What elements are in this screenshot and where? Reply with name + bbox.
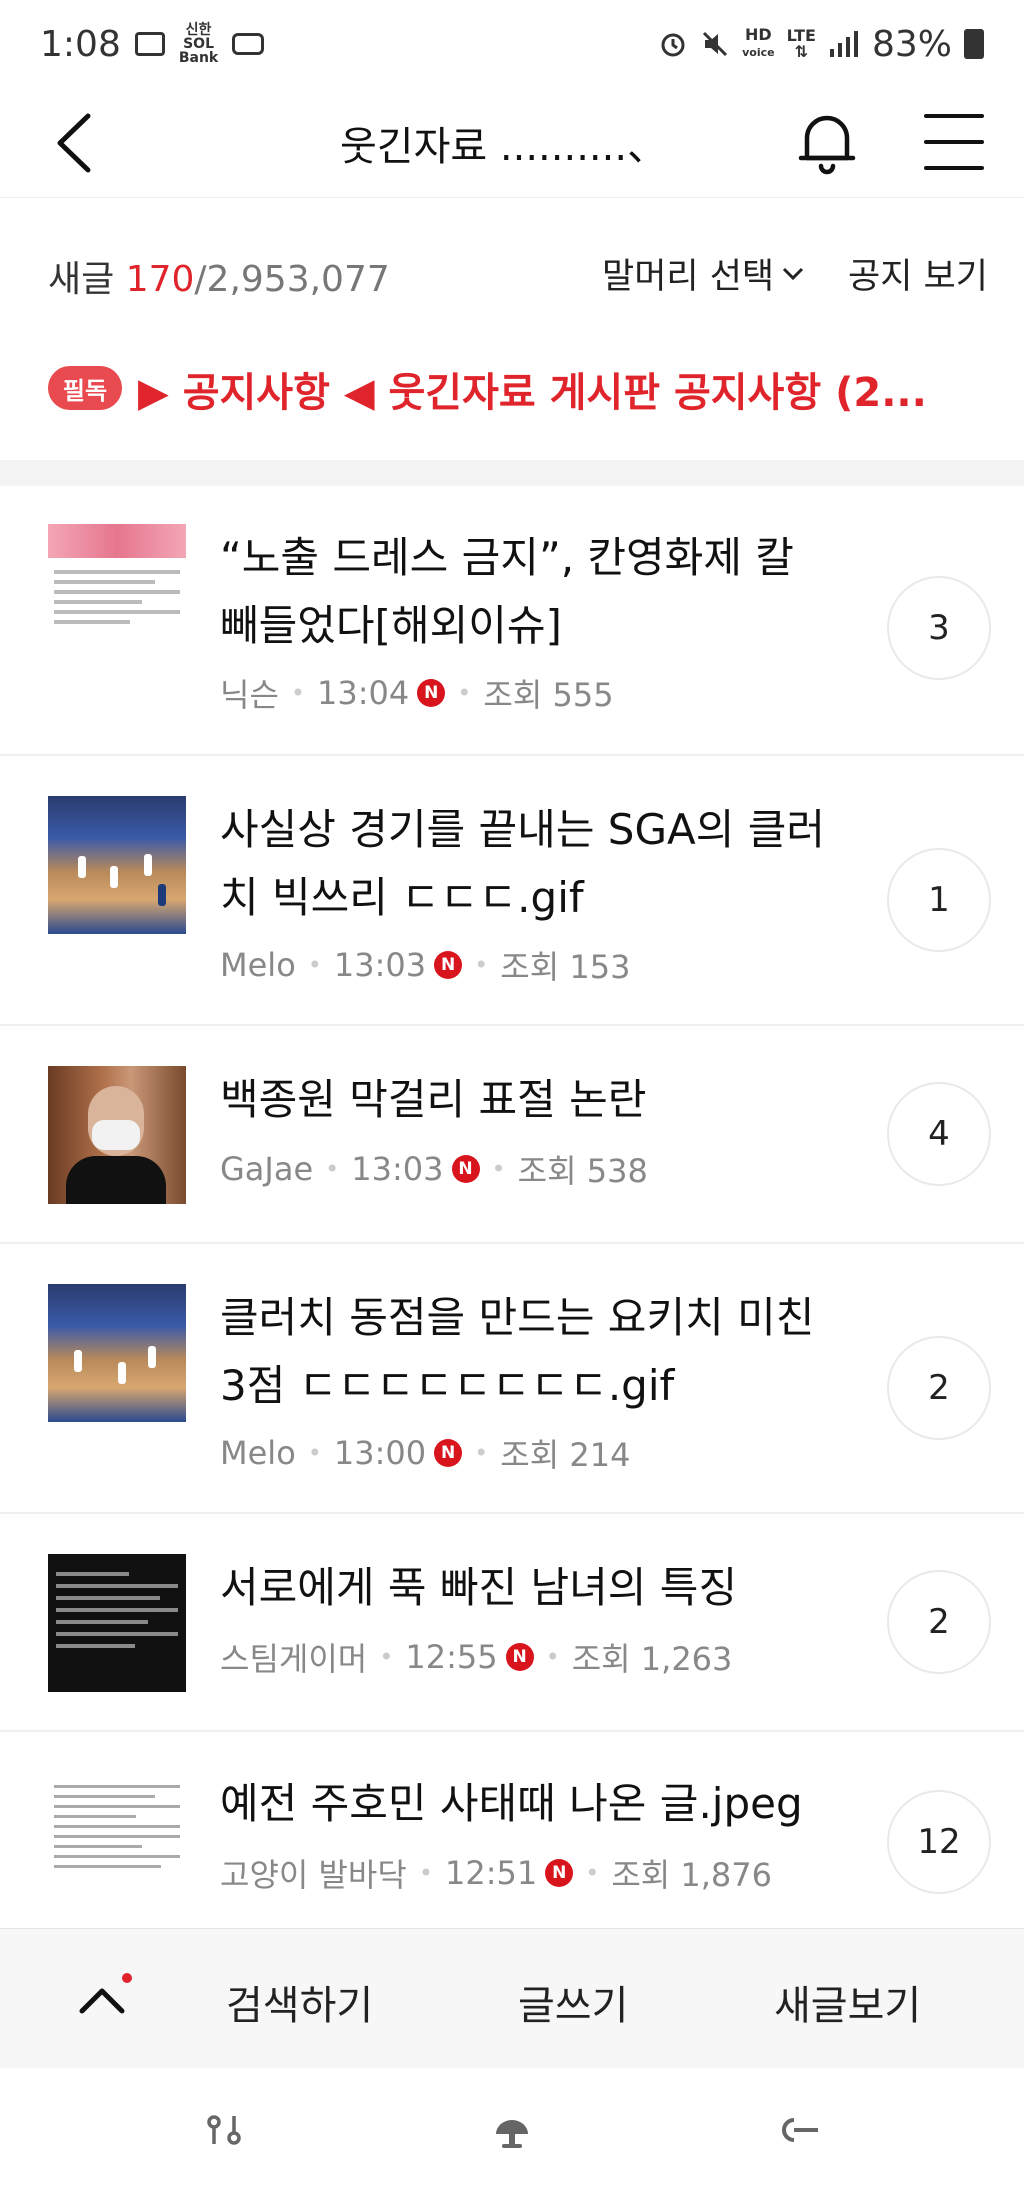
list-item[interactable]: “노출 드레스 금지”, 칸영화제 칼 빼들었다[해외이슈] 닉슨 • 13:04 N… — [0, 486, 1024, 756]
list-item[interactable]: 사실상 경기를 끝내는 SGA의 클러치 빅쓰리 ㄷㄷㄷ.gif Melo • 13… — [0, 756, 1024, 1026]
post-author: 닉슨 — [220, 676, 279, 714]
comment-count[interactable]: 2 — [887, 1336, 991, 1440]
count-bar: 새글 170/2,953,077 말머리 선택 공지 보기 — [0, 230, 1024, 310]
post-list: “노출 드레스 금지”, 칸영화제 칼 빼들었다[해외이슈] 닉슨 • 13:04 N… — [0, 486, 1024, 1952]
post-meta: 닉슨 • 13:04 N • 조회 555 — [220, 670, 614, 716]
mute-icon — [703, 31, 728, 57]
new-post-count: 170 — [125, 259, 195, 300]
post-title[interactable]: “노출 드레스 금지”, 칸영화제 칼 빼들었다[해외이슈] — [220, 524, 840, 660]
post-author: 고양이 발바닥 — [220, 1856, 407, 1894]
list-item[interactable]: 백종원 막걸리 표절 논란 GaJae • 13:03 N • 조회 538 4 — [0, 1026, 1024, 1244]
navigation-bar — [0, 2068, 1024, 2196]
voicemail-icon — [232, 33, 265, 55]
card-icon — [134, 32, 165, 56]
search-button[interactable]: 검색하기 — [226, 1973, 373, 2031]
post-views: 조회 538 — [517, 1152, 648, 1190]
new-posts-button[interactable]: 새글보기 — [774, 1973, 921, 2031]
new-badge-icon: N — [451, 1155, 480, 1183]
new-badge-icon: N — [545, 1859, 574, 1887]
post-views: 조회 153 — [500, 948, 631, 986]
bottom-toolbar: 검색하기 글쓰기 새글보기 — [0, 1928, 1024, 2068]
divider — [0, 460, 1024, 486]
post-time: 13:03 — [351, 1150, 444, 1188]
post-title[interactable]: 백종원 막걸리 표절 논란 — [220, 1066, 840, 1134]
post-meta: 스팀게이머 • 12:55 N • 조회 1,263 — [220, 1634, 732, 1680]
post-thumbnail[interactable] — [48, 796, 186, 934]
list-item[interactable]: 서로에게 푹 빠진 남녀의 특징 스팀게이머 • 12:55 N • 조회 1,263 2 — [0, 1514, 1024, 1732]
post-thumbnail[interactable] — [48, 1554, 186, 1692]
new-badge-icon: N — [434, 1439, 463, 1467]
post-time: 13:04 — [317, 674, 410, 712]
post-time: 12:55 — [405, 1638, 498, 1676]
total-post-count: /2,953,077 — [194, 259, 390, 300]
menu-icon[interactable] — [924, 114, 984, 170]
new-badge-icon: N — [417, 679, 446, 707]
prefix-select-dropdown[interactable]: 말머리 선택 — [602, 248, 804, 299]
post-author: GaJae — [220, 1150, 314, 1188]
post-meta: GaJae • 13:03 N • 조회 538 — [220, 1146, 648, 1192]
post-thumbnail[interactable] — [48, 1772, 186, 1910]
post-views: 조회 1,263 — [571, 1640, 733, 1678]
write-button[interactable]: 글쓰기 — [518, 1973, 628, 2031]
post-time: 13:03 — [333, 946, 427, 984]
list-item[interactable]: 클러치 동점을 만드는 요키치 미친 3점 ㄷㄷㄷㄷㄷㄷㄷㄷ.gif Melo •… — [0, 1244, 1024, 1514]
nav-back-icon[interactable] — [778, 2108, 822, 2152]
nav-home-icon[interactable] — [490, 2108, 534, 2152]
bell-icon[interactable] — [795, 106, 859, 178]
new-badge-icon: N — [434, 951, 463, 979]
post-views: 조회 555 — [483, 676, 614, 714]
board-title[interactable]: 웃긴자료 ..........、 — [340, 114, 667, 172]
post-time: 13:00 — [333, 1434, 427, 1472]
comment-count[interactable]: 2 — [887, 1570, 991, 1674]
status-bar: 1:08 신한 SOL Bank HD voice LTE ⇅ 83% — [0, 0, 1024, 88]
post-author: Melo — [220, 946, 296, 984]
post-meta: 고양이 발바닥 • 12:51 N • 조회 1,876 — [220, 1850, 772, 1896]
back-icon[interactable] — [48, 110, 108, 176]
list-item[interactable]: 예전 주호민 사태때 나온 글.jpeg 고양이 발바닥 • 12:51 N • 조회 1… — [0, 1732, 1024, 1952]
post-time: 12:51 — [444, 1854, 538, 1892]
signal-icon — [829, 31, 858, 57]
comment-count[interactable]: 4 — [887, 1082, 991, 1186]
notice-title[interactable]: ▶ 공지사항 ◀ 웃긴자료 게시판 공지사항 (2... — [138, 360, 978, 418]
notice-view-button[interactable]: 공지 보기 — [848, 248, 988, 299]
battery-percent: 83% — [871, 23, 952, 65]
post-author: Melo — [220, 1434, 296, 1472]
post-views: 조회 214 — [500, 1436, 631, 1474]
hd-voice-icon: HD voice — [742, 25, 775, 60]
bank-app-icon: 신한 SOL Bank — [178, 22, 219, 66]
post-title[interactable]: 예전 주호민 사태때 나온 글.jpeg — [220, 1770, 840, 1838]
battery-icon — [964, 29, 984, 59]
app-header: 웃긴자료 ..........、 — [0, 88, 1024, 198]
pinned-notice[interactable]: 필독 ▶ 공지사항 ◀ 웃긴자료 게시판 공지사항 (2... — [0, 352, 1024, 432]
nav-recent-apps-icon[interactable] — [204, 2108, 248, 2152]
post-title[interactable]: 클러치 동점을 만드는 요키치 미친 3점 ㄷㄷㄷㄷㄷㄷㄷㄷ.gif — [220, 1284, 840, 1420]
post-meta: Melo • 13:00 N • 조회 214 — [220, 1430, 630, 1476]
alarm-icon — [661, 33, 685, 57]
post-thumbnail[interactable] — [48, 1066, 186, 1204]
comment-count[interactable]: 12 — [887, 1790, 991, 1894]
comment-count[interactable]: 3 — [887, 576, 991, 680]
post-thumbnail[interactable] — [48, 524, 186, 662]
must-read-badge: 필독 — [48, 366, 122, 410]
comment-count[interactable]: 1 — [887, 848, 991, 952]
post-count: 새글 170/2,953,077 — [48, 259, 390, 300]
post-views: 조회 1,876 — [611, 1856, 773, 1894]
post-author: 스팀게이머 — [220, 1640, 368, 1678]
lte-icon: LTE ⇅ — [786, 26, 816, 61]
notification-dot — [122, 1973, 132, 1983]
chevron-down-icon — [783, 267, 804, 280]
post-meta: Melo • 13:03 N • 조회 153 — [220, 942, 630, 988]
post-title[interactable]: 사실상 경기를 끝내는 SGA의 클러치 빅쓰리 ㄷㄷㄷ.gif — [220, 796, 840, 932]
post-title[interactable]: 서로에게 푹 빠진 남녀의 특징 — [220, 1554, 840, 1622]
new-badge-icon: N — [505, 1643, 534, 1671]
post-thumbnail[interactable] — [48, 1284, 186, 1422]
status-time: 1:08 — [40, 23, 121, 65]
